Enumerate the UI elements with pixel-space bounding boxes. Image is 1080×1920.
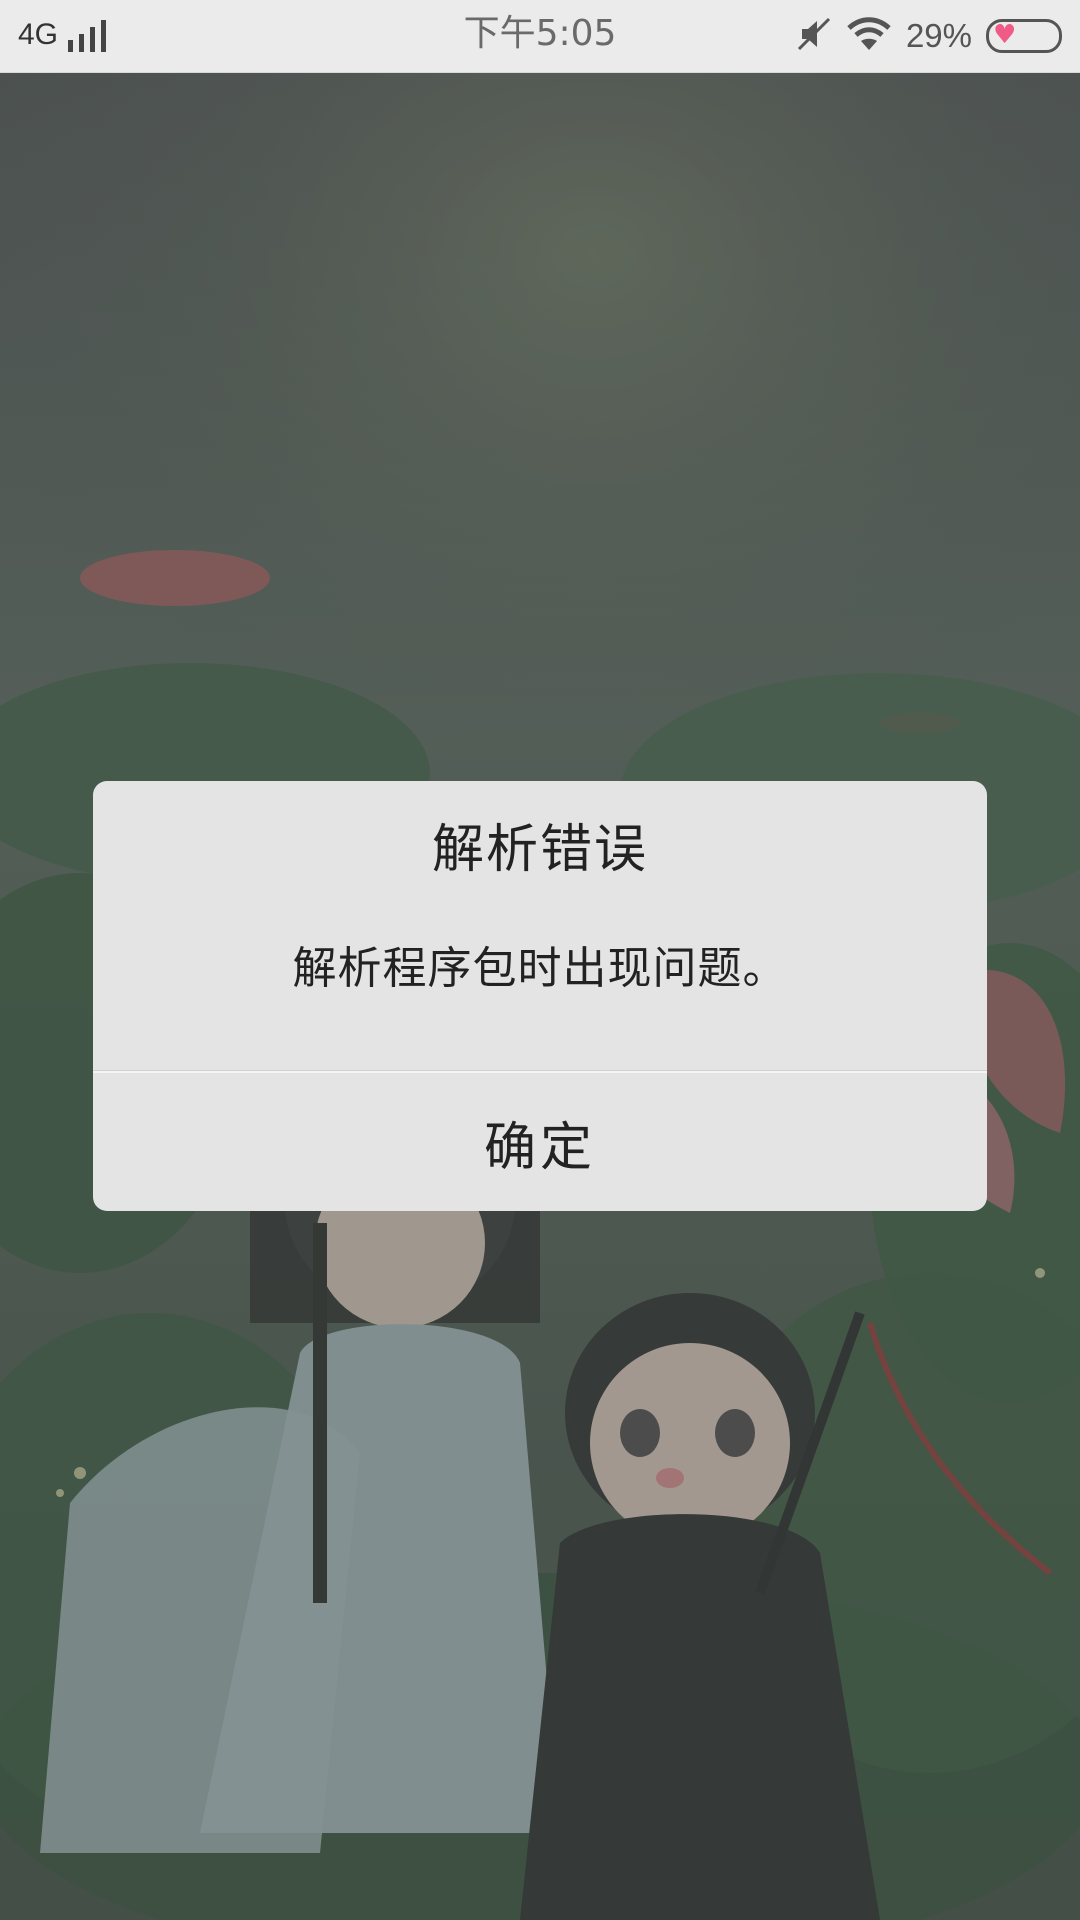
dialog-title: 解析错误 [431, 820, 648, 880]
system-icons: 29% ♥ [796, 16, 1062, 56]
heart-icon: ♥ [993, 20, 1017, 50]
wifi-icon [846, 16, 892, 56]
screen: 4G 下午5:05 29% ♥ 解析错误 解析程序包时出现问题。 确定 [0, 0, 1080, 1920]
mute-icon [796, 16, 832, 56]
dialog-message: 解析程序包时出现问题。 [292, 943, 788, 994]
status-bar: 4G 下午5:05 29% ♥ [0, 0, 1080, 73]
battery-icon: ♥ [986, 19, 1062, 53]
battery-percent: 29% [905, 17, 972, 54]
parse-error-dialog: 解析错误 解析程序包时出现问题。 确定 [93, 781, 987, 1211]
confirm-button[interactable]: 确定 [93, 1073, 987, 1211]
